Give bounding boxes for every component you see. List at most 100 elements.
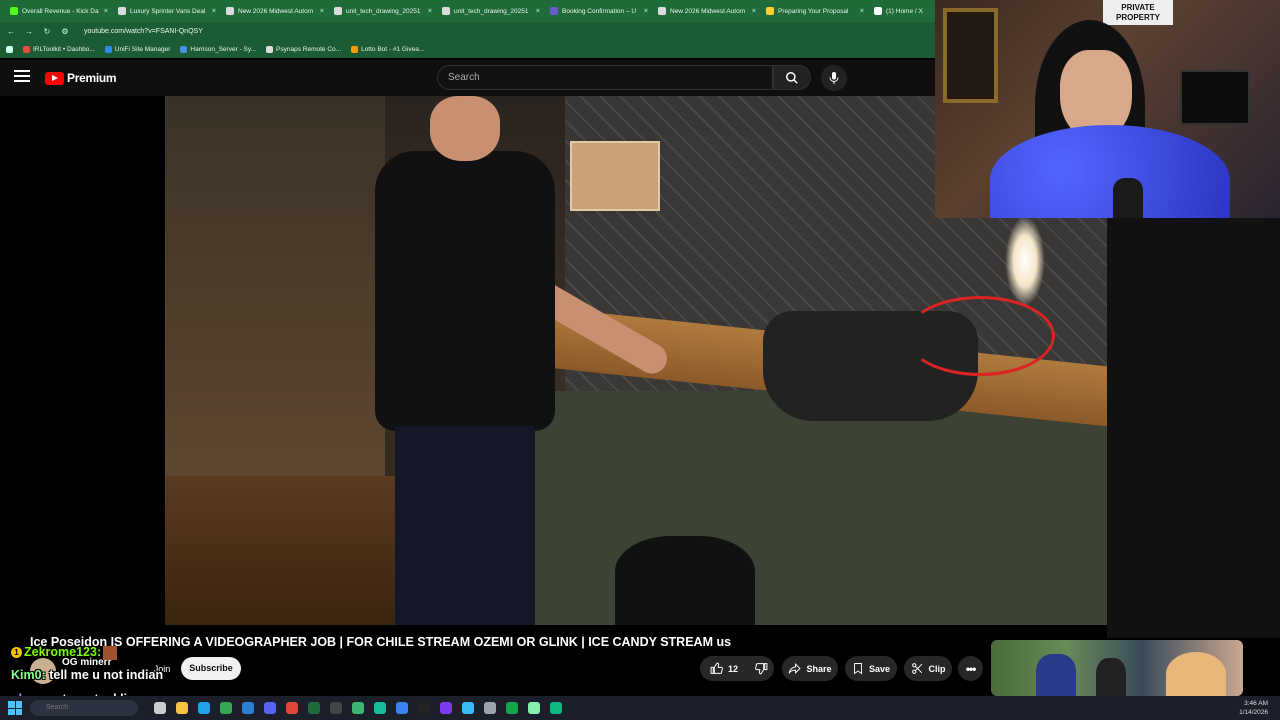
video-scene-person — [265, 96, 673, 625]
browser-tab[interactable]: unit_tech_drawing_20251 × — [438, 2, 544, 20]
bookmark-favicon-icon — [351, 46, 359, 53]
app-purple-icon[interactable] — [440, 702, 452, 714]
chrome-icon[interactable] — [220, 702, 232, 714]
app-chart-icon[interactable] — [352, 702, 364, 714]
voice-search-button[interactable] — [821, 65, 847, 91]
webcam-mirror — [943, 8, 998, 103]
bookmark-icon — [854, 663, 862, 675]
share-button[interactable]: Share — [782, 656, 838, 681]
chat-username: Zekrome123: — [24, 645, 102, 659]
x-icon — [874, 7, 882, 15]
save-label: Save — [868, 663, 891, 674]
back-icon[interactable]: ← — [6, 27, 16, 36]
browser-tab[interactable]: unit_tech_drawing_20251 × — [330, 2, 436, 20]
task-view-icon[interactable] — [154, 702, 166, 714]
obs-icon[interactable] — [330, 702, 342, 714]
page-icon — [226, 7, 234, 15]
search-icon — [786, 71, 798, 84]
browser-tab[interactable]: Preparing Your Proposal × — [762, 2, 868, 20]
close-tab-icon[interactable]: × — [752, 8, 756, 15]
video-scene-lamp — [1005, 216, 1045, 306]
windows-start-icon[interactable] — [8, 701, 22, 715]
browser-tab-label: unit_tech_drawing_20251 — [454, 7, 529, 15]
video-scene-cable — [905, 296, 1055, 376]
subscribe-button[interactable]: Subscribe — [181, 657, 241, 680]
close-tab-icon[interactable]: × — [644, 8, 648, 15]
url-field[interactable]: youtube.com/watch?v=FSANI-QnQSY — [84, 28, 203, 35]
clock-date: 1/14/2026 — [1239, 709, 1268, 716]
kick-icon — [10, 7, 18, 15]
close-tab-icon[interactable]: × — [320, 8, 324, 15]
system-clock[interactable]: 3:46 AM 1/14/2026 — [1239, 699, 1268, 717]
app-mint-icon[interactable] — [550, 702, 562, 714]
youtube-brand-label: Premium — [67, 71, 117, 85]
bookmark-label: IRLToolkit • Dashbo... — [33, 46, 95, 53]
app-dark-icon[interactable] — [418, 702, 430, 714]
proposal-icon — [766, 7, 774, 15]
close-tab-icon[interactable]: × — [536, 8, 540, 15]
browser-tab[interactable]: Overall Revenue - Kick Da × — [6, 2, 112, 20]
save-button[interactable]: Save — [845, 656, 897, 681]
close-tab-icon[interactable]: × — [860, 8, 864, 15]
clip-button[interactable]: Clip — [904, 656, 952, 681]
browser-tab[interactable]: Booking Confirmation – U × — [546, 2, 652, 20]
youtube-logo[interactable]: Premium — [45, 71, 117, 85]
taskbar-pinned-apps — [144, 702, 562, 714]
bookmark-label: Lotto Bot - #1 Givea... — [361, 46, 425, 53]
app-blue-icon[interactable] — [396, 702, 408, 714]
bookmark-item[interactable]: Lotto Bot - #1 Givea... — [351, 46, 424, 53]
app-teal-icon[interactable] — [374, 702, 386, 714]
chat-text: tell me u not indian — [45, 668, 164, 682]
browser-address-bar: ← → ↻ ⚙ youtube.com/watch?v=FSANI-QnQSY — [0, 22, 935, 41]
bookmark-item[interactable]: IRLToolkit • Dashbo... — [23, 46, 95, 53]
vscode-icon[interactable] — [242, 702, 254, 714]
search-input[interactable] — [438, 66, 772, 89]
search-button[interactable] — [773, 65, 811, 90]
browser-tab[interactable]: New 2026 Midwest Autom × — [654, 2, 760, 20]
close-tab-icon[interactable]: × — [428, 8, 432, 15]
menu-icon[interactable] — [14, 70, 30, 84]
chrome-green-icon[interactable] — [308, 702, 320, 714]
bookmark-item[interactable]: UniFi Site Manager — [104, 46, 171, 53]
app-sky-icon[interactable] — [462, 702, 474, 714]
discord-icon[interactable] — [264, 702, 276, 714]
bookmark-item[interactable]: Psynaps Remote Co... — [266, 46, 341, 53]
reload-icon[interactable]: ↻ — [42, 27, 52, 36]
bookmark-favicon-icon — [104, 46, 112, 53]
scissors-icon — [911, 663, 922, 674]
app-red-icon[interactable] — [286, 702, 298, 714]
bookmark-favicon-icon — [266, 46, 274, 53]
webcam-streamer-hoodie — [990, 125, 1230, 218]
recommended-video-thumbnail[interactable] — [991, 640, 1243, 696]
edge-icon[interactable] — [198, 702, 210, 714]
app-gray-icon[interactable] — [484, 702, 496, 714]
file-explorer-icon[interactable] — [176, 702, 188, 714]
like-button[interactable]: 12 — [700, 656, 748, 681]
chat-badge: 1 — [11, 647, 22, 659]
bookmark-item[interactable]: Harrison_Server - Sy... — [180, 46, 256, 53]
browser-tab-label: Overall Revenue - Kick Da — [22, 7, 99, 15]
forward-icon[interactable]: → — [24, 27, 34, 36]
windows-taskbar: 3:46 AM 1/14/2026 — [0, 696, 1280, 720]
booking-icon — [550, 7, 558, 15]
dislike-button[interactable] — [748, 656, 774, 681]
more-actions-button[interactable]: ••• — [958, 656, 983, 681]
bookmark-favicon-icon — [180, 46, 188, 53]
taskbar-search-input[interactable] — [30, 700, 138, 716]
webcam-microphone — [1113, 178, 1143, 218]
app-lightgreen-icon[interactable] — [528, 702, 540, 714]
app-green-icon[interactable] — [506, 702, 518, 714]
globe-icon — [334, 7, 342, 15]
bookmark-label: UniFi Site Manager — [114, 46, 171, 53]
browser-tab-label: Booking Confirmation – U — [562, 7, 637, 15]
youtube-play-icon — [45, 71, 64, 85]
apps-icon[interactable] — [6, 46, 13, 53]
close-tab-icon[interactable]: × — [104, 8, 108, 15]
site-info-icon[interactable]: ⚙ — [60, 27, 70, 36]
close-tab-icon[interactable]: × — [212, 8, 216, 15]
browser-tab[interactable]: (1) Home / X× — [870, 2, 935, 20]
browser-tab[interactable]: Luxury Sprinter Vans Deal × — [114, 2, 220, 20]
chat-username: Kim0: — [11, 668, 46, 682]
browser-tab-label: Preparing Your Proposal — [778, 7, 849, 15]
browser-tab[interactable]: New 2026 Midwest Autom × — [222, 2, 328, 20]
